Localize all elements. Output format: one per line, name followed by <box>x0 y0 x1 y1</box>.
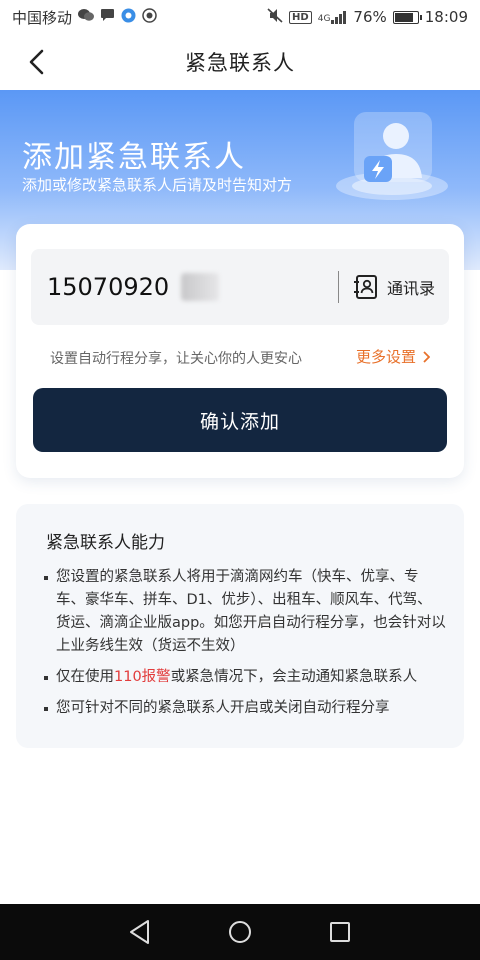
battery-percent: 76% <box>353 8 387 26</box>
address-book-icon <box>354 275 377 299</box>
system-recents-button[interactable] <box>324 916 356 948</box>
emergency-110-text: 110报警 <box>114 669 171 685</box>
system-home-button[interactable] <box>224 916 256 948</box>
message-icon <box>100 8 115 26</box>
clock: 18:09 <box>424 8 468 26</box>
triangle-back-icon <box>130 920 149 944</box>
circle-home-icon <box>229 921 251 943</box>
back-button[interactable] <box>20 46 52 78</box>
battery-fill <box>394 12 413 22</box>
chevron-right-icon <box>423 350 431 363</box>
hero-subtitle: 添加或修改紧急联系人后请及时告知对方 <box>22 176 293 194</box>
list-item: 您设置的紧急联系人将用于滴滴网约车（快车、优享、专车、豪华车、拼车、D1、优步）… <box>44 566 446 658</box>
redacted-digits <box>181 273 219 301</box>
wechat-icon <box>78 8 95 26</box>
square-recents-icon <box>330 922 350 942</box>
ability-item-prefix: 仅在使用 <box>56 669 114 685</box>
contacts-label: 通讯录 <box>387 279 436 298</box>
ability-list: 您设置的紧急联系人将用于滴滴网约车（快车、优享、专车、豪华车、拼车、D1、优步）… <box>44 566 446 728</box>
contact-shield-icon <box>336 112 448 200</box>
hd-icon: HD <box>289 10 312 24</box>
ability-item-text: 您设置的紧急联系人将用于滴滴网约车（快车、优享、专车、豪华车、拼车、D1、优步）… <box>56 569 446 654</box>
list-item: 您可针对不同的紧急联系人开启或关闭自动行程分享 <box>44 697 446 720</box>
ability-item-suffix: 或紧急情况下，会主动通知紧急联系人 <box>170 669 418 685</box>
app-icon <box>121 8 136 27</box>
ability-item-text: 您可针对不同的紧急联系人开启或关闭自动行程分享 <box>56 700 390 716</box>
add-contact-card: 通讯录 设置自动行程分享，让关心你的人更安心 更多设置 确认添加 <box>16 224 464 478</box>
contacts-button[interactable]: 通讯录 <box>353 269 435 305</box>
ability-title: 紧急联系人能力 <box>46 533 165 553</box>
status-left: 中国移动 <box>12 7 157 28</box>
nav-bar: 紧急联系人 <box>0 34 480 90</box>
carrier-name: 中国移动 <box>12 8 73 27</box>
signal-icon: 4G <box>317 10 348 24</box>
system-nav-bar <box>0 904 480 960</box>
status-right: HD 4G 76% 18:09 <box>267 7 468 27</box>
status-bar: 中国移动 HD 4G 76% 18:09 <box>0 0 480 34</box>
recording-icon <box>142 7 157 27</box>
battery-icon <box>392 10 422 24</box>
phone-input-box: 通讯录 <box>31 249 449 325</box>
divider <box>338 271 339 303</box>
more-settings-link[interactable]: 更多设置 <box>356 346 431 367</box>
list-item: 仅在使用110报警或紧急情况下，会主动通知紧急联系人 <box>44 666 446 689</box>
mute-icon <box>267 7 283 27</box>
system-back-button[interactable] <box>124 916 156 948</box>
hero-title: 添加紧急联系人 <box>22 140 246 175</box>
ability-panel: 紧急联系人能力 您设置的紧急联系人将用于滴滴网约车（快车、优享、专车、豪华车、拼… <box>16 504 464 748</box>
more-settings-label: 更多设置 <box>356 348 417 366</box>
page-title: 紧急联系人 <box>185 51 295 75</box>
auto-share-hint: 设置自动行程分享，让关心你的人更安心 <box>50 351 302 367</box>
network-type: 4G <box>317 13 331 24</box>
chevron-left-icon <box>29 49 44 75</box>
confirm-add-button[interactable]: 确认添加 <box>33 388 447 452</box>
